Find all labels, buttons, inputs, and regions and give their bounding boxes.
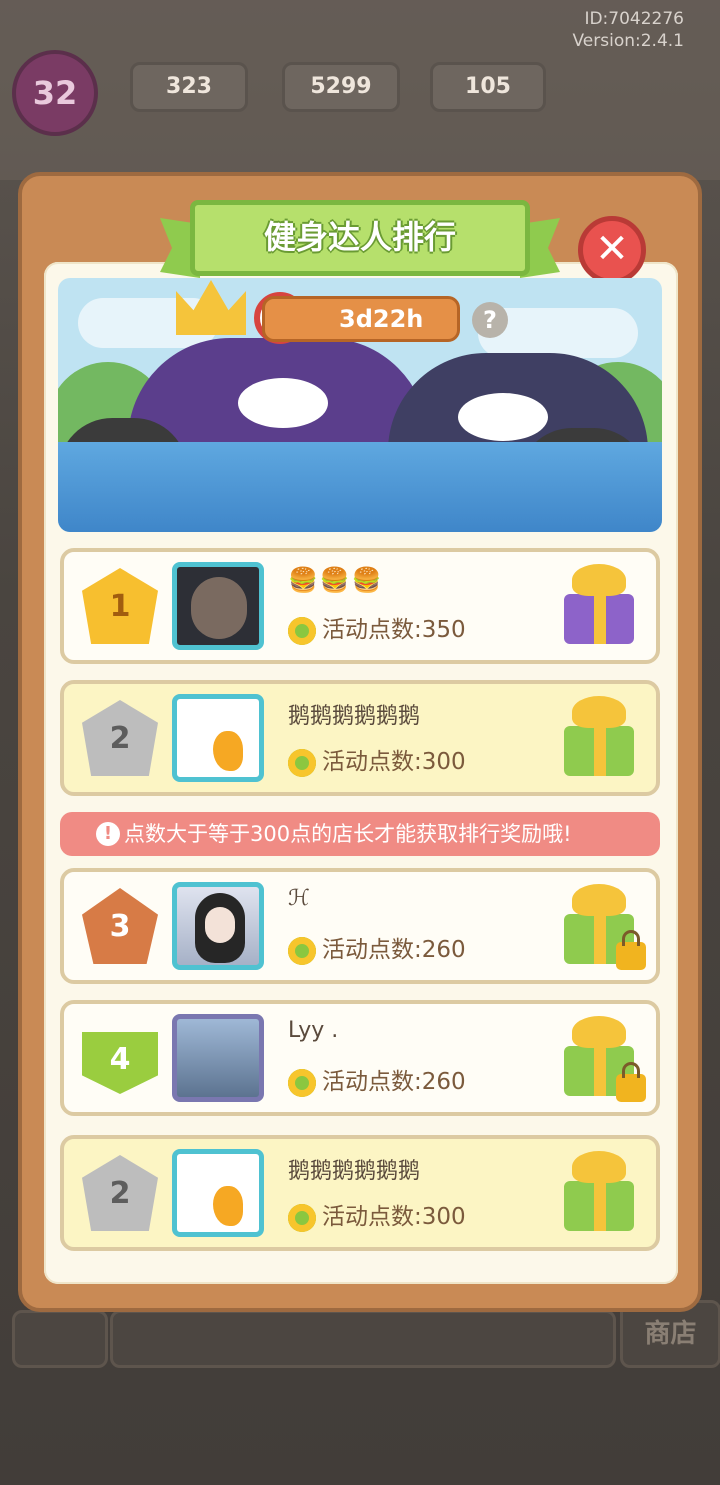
activity-points: 活动点数:260 (288, 1062, 466, 1097)
player-name: ℋ (288, 886, 310, 911)
background-bar (110, 1310, 616, 1368)
lock-icon (616, 1062, 646, 1102)
gift-icon[interactable] (562, 1016, 646, 1102)
gem-counter: 105 (430, 62, 546, 112)
own-rank-row: 2 鹅鹅鹅鹅鹅鹅 活动点数:300 (60, 1135, 660, 1251)
flower-icon (288, 1203, 316, 1232)
gift-icon[interactable] (562, 564, 636, 644)
activity-points: 活动点数:300 (288, 1197, 466, 1232)
lock-icon (616, 930, 646, 970)
energy-counter: 323 (130, 62, 248, 112)
coin-value: 5299 (310, 74, 372, 99)
avatar[interactable] (172, 562, 264, 650)
rank-row: 1 🍔🍔🍔 活动点数:350 (60, 548, 660, 664)
rank-badge-silver: 2 (82, 1155, 158, 1231)
activity-points: 活动点数:350 (288, 610, 466, 645)
rank-badge-silver: 2 (82, 700, 158, 776)
activity-points: 活动点数:260 (288, 930, 466, 965)
player-name: 鹅鹅鹅鹅鹅鹅 (288, 1159, 421, 1184)
help-button[interactable]: ? (472, 302, 508, 338)
level-badge: 32 (12, 50, 98, 136)
gift-icon[interactable] (562, 1151, 636, 1231)
crown-icon (176, 280, 246, 335)
rank-row: 2 鹅鹅鹅鹅鹅鹅 活动点数:300 (60, 680, 660, 796)
activity-points: 活动点数:300 (288, 742, 466, 777)
flower-icon (288, 1068, 316, 1097)
warning-icon: ! (96, 822, 120, 846)
avatar[interactable] (172, 1149, 264, 1237)
avatar[interactable] (172, 882, 264, 970)
version-label: Version:2.4.1 (572, 31, 685, 51)
player-id: ID:7042276 (584, 9, 684, 29)
avatar[interactable] (172, 694, 264, 782)
panel-title: 健身达人排行 (190, 200, 530, 276)
reward-notice: ! 点数大于等于300点的店长才能获取排行奖励哦! (60, 812, 660, 856)
gem-value: 105 (465, 74, 511, 99)
flower-icon (288, 616, 316, 645)
background-button-left (12, 1310, 108, 1368)
coin-counter: 5299 (282, 62, 400, 112)
build-info: ID:7042276 Version:2.4.1 (573, 8, 685, 52)
player-name: 鹅鹅鹅鹅鹅鹅 (288, 704, 421, 729)
rank-row: 4 Lyy . 活动点数:260 (60, 1000, 660, 1116)
event-timer: 3d22h (262, 296, 460, 342)
flower-icon (288, 936, 316, 965)
rank-row: 3 ℋ 活动点数:260 (60, 868, 660, 984)
flower-icon (288, 748, 316, 777)
rank-badge-bronze: 3 (82, 888, 158, 964)
player-name: Lyy . (288, 1018, 339, 1043)
close-button[interactable]: ✕ (578, 216, 646, 284)
avatar[interactable] (172, 1014, 264, 1102)
rank-badge-green: 4 (82, 1032, 158, 1094)
rank-badge-gold: 1 (82, 568, 158, 644)
gift-icon[interactable] (562, 696, 636, 776)
energy-value: 323 (166, 74, 212, 99)
player-name: 🍔🍔🍔 (288, 566, 384, 594)
gift-icon[interactable] (562, 884, 646, 970)
water-splash (58, 442, 662, 532)
